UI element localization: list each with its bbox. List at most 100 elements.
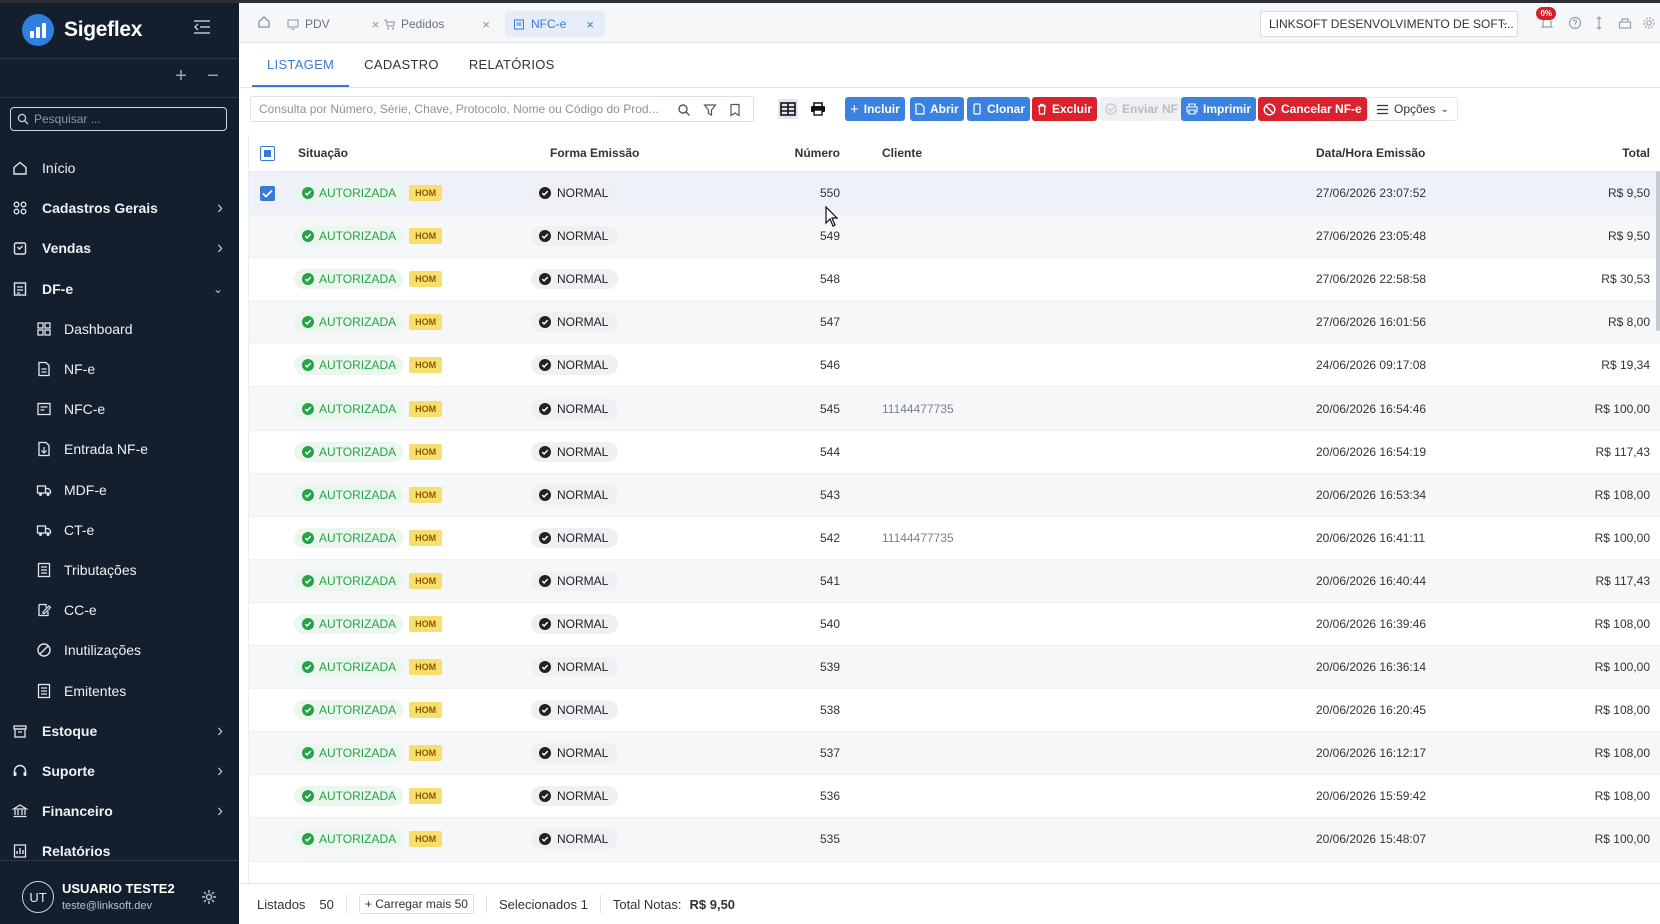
total-notas-value: R$ 9,50 <box>689 896 736 912</box>
sidebar-item-suporte[interactable]: Suporte › <box>0 751 239 791</box>
table-row[interactable]: AUTORIZADA HOM NORMAL 538 20/06/2026 16:20:4… <box>249 689 1660 733</box>
sidebar-search[interactable] <box>10 107 227 131</box>
header-total[interactable]: Total <box>1549 135 1650 171</box>
table-row[interactable]: AUTORIZADA HOM NORMAL 539 20/06/2026 16:36:1… <box>249 646 1660 690</box>
check-circle-icon <box>539 359 551 372</box>
table-row[interactable]: AUTORIZADA HOM NORMAL 537 20/06/2026 16:12:1… <box>249 732 1660 776</box>
tab-relatorios[interactable]: RELATÓRIOS <box>454 57 570 87</box>
environment-badge: HOM <box>409 659 443 676</box>
environment-badge: HOM <box>409 357 443 374</box>
filter-icon[interactable] <box>703 103 717 117</box>
clonar-button[interactable]: Clonar <box>967 97 1031 121</box>
select-all-checkbox[interactable] <box>260 135 275 171</box>
sidebar-item-df-e[interactable]: DF-e ⌄ <box>0 269 239 309</box>
table-row[interactable]: AUTORIZADA HOM NORMAL 546 24/06/2026 09:17:0… <box>249 344 1660 388</box>
tab-pedidos[interactable]: Pedidos × <box>375 11 498 37</box>
sidebar-item-cadastros-gerais[interactable]: Cadastros Gerais › <box>0 188 239 228</box>
table-row[interactable]: AUTORIZADA HOM NORMAL 535 20/06/2026 15:48:0… <box>249 818 1660 862</box>
user-panel: UT USUARIO TESTE2 teste@linksoft.dev <box>0 860 239 924</box>
sidebar-item-cc-e[interactable]: CC-e <box>0 590 239 630</box>
sidebar-item-mdf-e[interactable]: MDF-e <box>0 470 239 510</box>
table-row[interactable]: AUTORIZADA HOM NORMAL 536 20/06/2026 15:59:4… <box>249 775 1660 819</box>
enviar-nf-button[interactable]: Enviar NF <box>1100 97 1184 121</box>
list-icon <box>36 683 52 699</box>
environment-badge: HOM <box>409 529 443 546</box>
abrir-button[interactable]: Abrir <box>910 97 964 121</box>
table-row[interactable]: AUTORIZADA HOM NORMAL 542 11144477735 20/06/2… <box>249 517 1660 560</box>
expand-all-icon[interactable]: + <box>172 65 190 88</box>
tab-cadastro[interactable]: CADASTRO <box>349 57 454 87</box>
bookmark-icon[interactable] <box>728 103 742 117</box>
header-numero[interactable]: Número <box>729 135 840 171</box>
brand[interactable]: Sigeflex <box>22 13 142 47</box>
table-row[interactable]: AUTORIZADA HOM NORMAL 547 27/06/2026 16:01:5… <box>249 301 1660 345</box>
check-circle-icon <box>302 187 314 200</box>
total-cell: R$ 100,00 <box>1594 530 1650 545</box>
chevron-down-icon: ⌄ <box>1500 17 1509 28</box>
home-icon <box>12 160 28 176</box>
collapse-all-icon[interactable]: − <box>204 65 222 88</box>
sidebar-item-emitentes[interactable]: Emitentes <box>0 670 239 710</box>
table-row[interactable]: AUTORIZADA HOM NORMAL 549 27/06/2026 23:05:4… <box>249 215 1660 259</box>
ban-icon <box>1263 102 1276 116</box>
header-forma-emissao[interactable]: Forma Emissão <box>550 135 639 171</box>
tab-pdv[interactable]: PDV × <box>279 11 387 37</box>
table-row[interactable]: AUTORIZADA HOM NORMAL 543 20/06/2026 16:53:3… <box>249 473 1660 517</box>
table-row[interactable]: AUTORIZADA HOM NORMAL 540 20/06/2026 16:39:4… <box>249 603 1660 647</box>
table-row[interactable]: AUTORIZADA HOM NORMAL 541 20/06/2026 16:40:4… <box>249 559 1660 603</box>
numero-cell: 538 <box>819 703 840 718</box>
user-settings-icon[interactable] <box>201 889 217 905</box>
carregar-mais-button[interactable]: + Carregar mais 50 <box>358 894 474 914</box>
close-icon[interactable]: × <box>482 17 490 32</box>
opcoes-button[interactable]: Opções ⌄ <box>1367 97 1458 121</box>
sidebar-item-nfc-e[interactable]: NFC-e <box>0 389 239 429</box>
header-cliente[interactable]: Cliente <box>882 135 922 171</box>
tab-listagem[interactable]: LISTAGEM <box>252 57 350 87</box>
table-scrollbar[interactable] <box>1656 171 1660 331</box>
table-row[interactable]: AUTORIZADA HOM NORMAL 544 20/06/2026 16:54:1… <box>249 431 1660 474</box>
table-row[interactable]: AUTORIZADA HOM NORMAL 545 11144477735 20/06/2… <box>249 387 1660 431</box>
sidebar-item-vendas[interactable]: Vendas › <box>0 228 239 268</box>
status-text: AUTORIZADA <box>319 358 397 373</box>
home-icon[interactable] <box>257 15 271 29</box>
table-row[interactable]: AUTORIZADA HOM NORMAL 548 27/06/2026 22:58:5… <box>249 258 1660 302</box>
header-data-hora[interactable]: Data/Hora Emissão <box>1316 135 1425 171</box>
total-cell: R$ 108,00 <box>1594 703 1650 718</box>
cancelar-nfe-button[interactable]: Cancelar NF-e <box>1258 97 1367 121</box>
header-situacao[interactable]: Situação <box>298 135 348 171</box>
cash-register-icon[interactable] <box>1618 16 1632 30</box>
tab-nfce[interactable]: NFC-e × <box>505 11 605 37</box>
sidebar-item-dashboard[interactable]: Dashboard <box>0 309 239 349</box>
sidebar-item-financeiro[interactable]: Financeiro › <box>0 791 239 831</box>
status-text: AUTORIZADA <box>319 487 397 502</box>
collapse-sidebar-icon[interactable] <box>193 19 211 35</box>
table-row[interactable]: AUTORIZADA HOM NORMAL 550 27/06/2026 23:07:5… <box>249 172 1660 216</box>
print-view-button[interactable] <box>808 99 828 119</box>
search-icon[interactable] <box>677 103 691 117</box>
forma-emissao-text: NORMAL <box>557 616 609 631</box>
sidebar-item-inutilizacoes[interactable]: Inutilizações <box>0 630 239 670</box>
row-checkbox[interactable] <box>260 172 275 214</box>
incluir-button[interactable]: + Incluir <box>845 97 905 121</box>
search-input[interactable] <box>251 102 661 116</box>
sidebar-search-input[interactable] <box>34 112 214 126</box>
sidebar-item-estoque[interactable]: Estoque › <box>0 711 239 751</box>
sidebar-item-entrada-nf-e[interactable]: Entrada NF-e <box>0 429 239 469</box>
sidebar-item-ct-e[interactable]: CT-e <box>0 510 239 550</box>
printer-icon <box>811 102 825 116</box>
imprimir-button[interactable]: Imprimir <box>1181 97 1257 121</box>
sidebar-item-inicio[interactable]: Início <box>0 148 239 188</box>
company-select[interactable]: LINKSOFT DESENVOLVIMENTO DE SOFT... ⌄ <box>1260 11 1518 37</box>
vertical-resize-icon[interactable] <box>1592 16 1606 30</box>
sidebar-item-nf-e[interactable]: NF-e <box>0 349 239 389</box>
forma-emissao-badge: NORMAL <box>531 269 619 290</box>
sidebar-item-tributacoes[interactable]: Tributações <box>0 550 239 590</box>
numero-cell: 540 <box>819 616 840 631</box>
forma-emissao-text: NORMAL <box>557 487 609 502</box>
help-icon[interactable] <box>1568 16 1582 30</box>
excluir-button[interactable]: Excluir <box>1032 97 1098 121</box>
gear-icon[interactable] <box>1642 16 1656 30</box>
avatar[interactable]: UT <box>22 881 54 913</box>
table-view-button[interactable] <box>778 99 798 119</box>
close-icon[interactable]: × <box>586 17 594 32</box>
